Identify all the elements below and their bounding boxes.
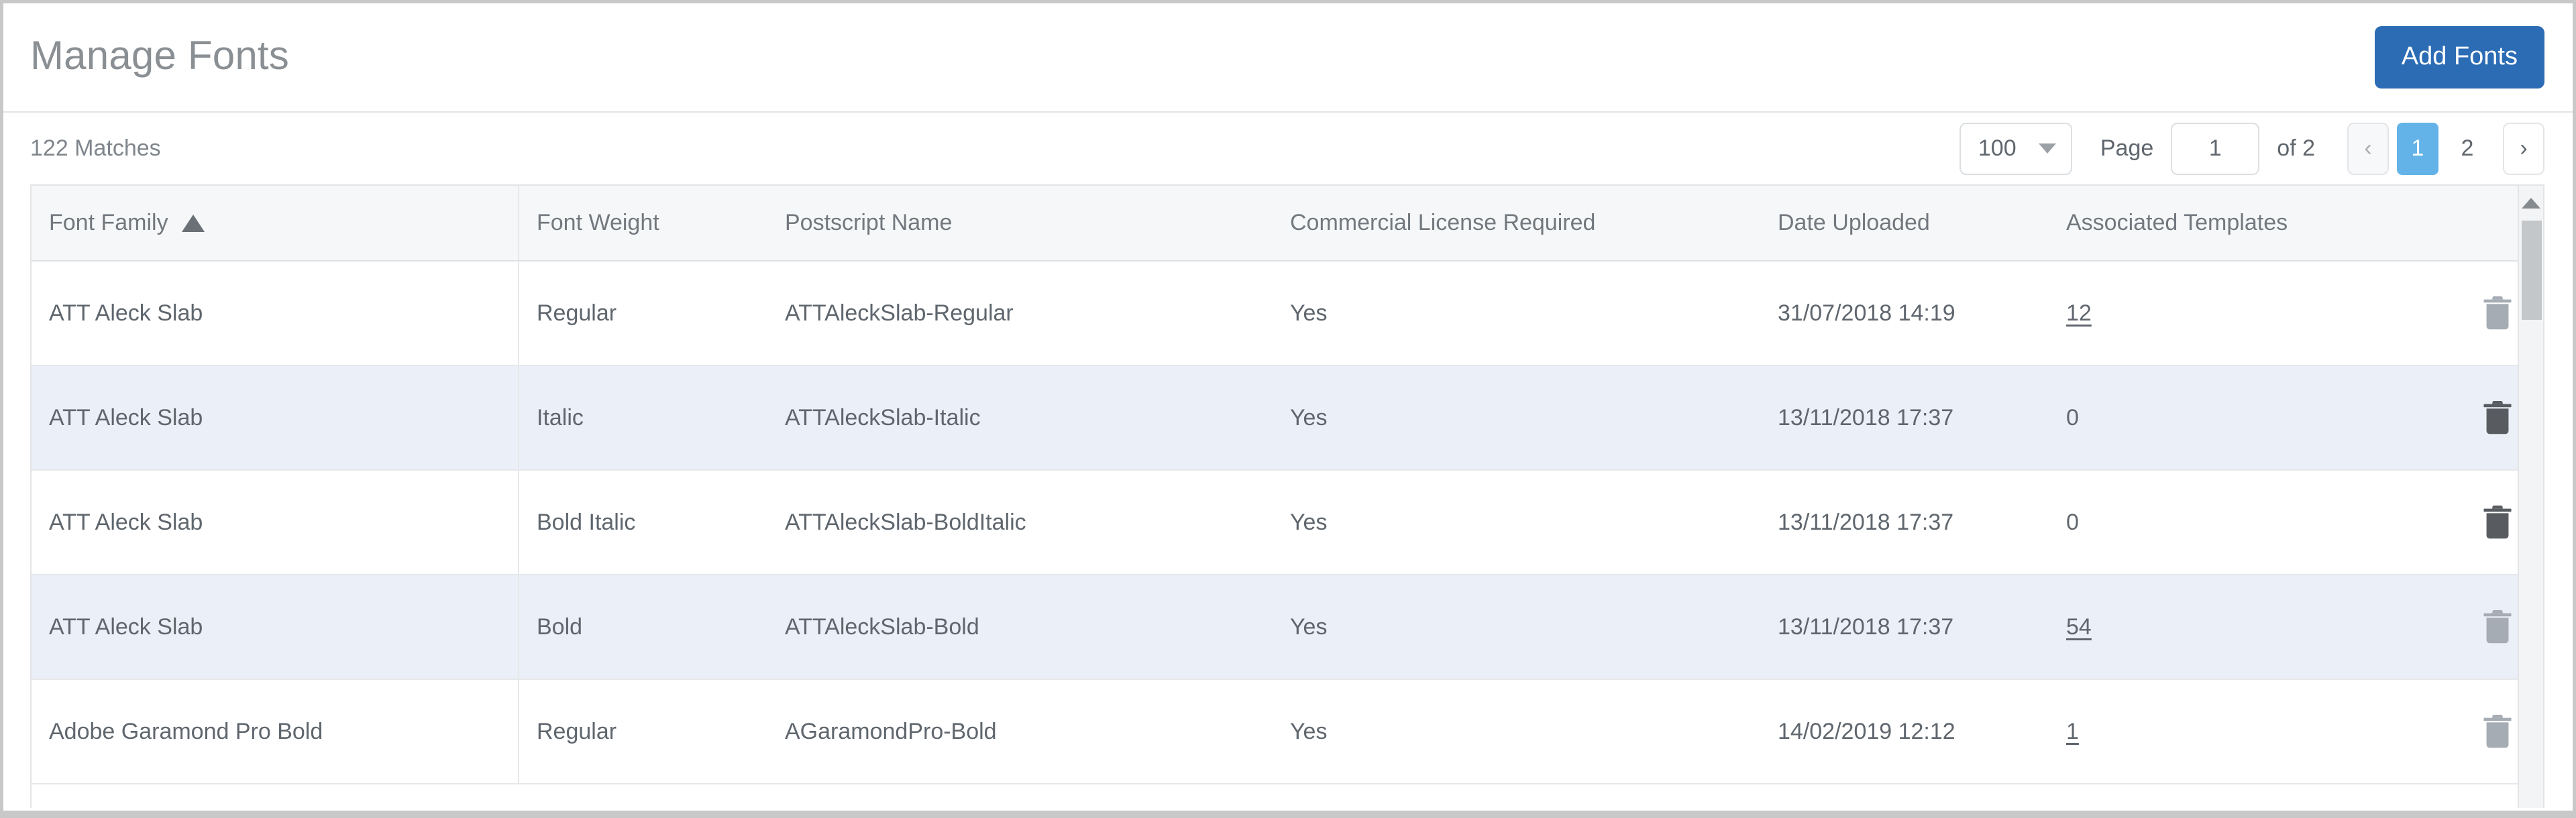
associated-templates-link[interactable]: 12: [2066, 300, 2092, 327]
manage-fonts-page: Manage Fonts Add Fonts 122 Matches 100 P…: [0, 0, 2576, 818]
column-header-postscript-name[interactable]: Postscript Name: [767, 186, 1273, 260]
sort-ascending-icon: [181, 214, 205, 232]
cell-font-family: ATT Aleck Slab: [32, 261, 519, 365]
add-fonts-button[interactable]: Add Fonts: [2374, 26, 2544, 89]
table-row[interactable]: ATT Aleck Slab Regular ATTAleckSlab-Regula…: [32, 261, 2543, 366]
page-total-label: of 2: [2277, 135, 2315, 161]
cell-commercial-license: Yes: [1290, 300, 1328, 326]
cell-associated-templates: 0: [2049, 471, 2451, 574]
cell-date-uploaded: 13/11/2018 17:37: [1778, 404, 1954, 430]
page-label: Page: [2100, 135, 2154, 161]
column-header-font-weight[interactable]: Font Weight: [519, 186, 767, 260]
cell-font-family: Adobe Garamond Pro Bold: [32, 680, 519, 783]
page-title: Manage Fonts: [30, 32, 289, 78]
cell-postscript-name: ATTAleckSlab-BoldItalic: [785, 509, 1026, 535]
column-header-font-family-label: Font Family: [49, 210, 168, 235]
page-button-1[interactable]: 1: [2397, 122, 2438, 175]
cell-postscript-name: AGaramondPro-Bold: [785, 718, 997, 744]
page-header: Manage Fonts Add Fonts: [3, 3, 2573, 113]
cell-date-uploaded: 14/02/2019 12:12: [1778, 718, 1955, 744]
table-row[interactable]: ATT Aleck Slab Bold Italic ATTAleckSlab-Bo…: [32, 471, 2543, 575]
associated-templates-value: 0: [2066, 509, 2079, 535]
page-number-input[interactable]: [2171, 122, 2260, 175]
table-header-row: Font Family Font Weight Postscript Name …: [32, 186, 2543, 261]
delete-row-button[interactable]: [2483, 401, 2512, 434]
cell-date-uploaded: 31/07/2018 14:19: [1778, 300, 1955, 326]
chevron-down-icon: [2038, 143, 2056, 154]
associated-templates-link[interactable]: 54: [2066, 614, 2092, 640]
fonts-table: Font Family Font Weight Postscript Name …: [30, 184, 2544, 808]
page-size-select[interactable]: 100: [1959, 122, 2072, 175]
column-header-date-uploaded[interactable]: Date Uploaded: [1760, 186, 2049, 260]
delete-row-button-disabled: [2483, 610, 2512, 644]
cell-commercial-license: Yes: [1290, 718, 1328, 744]
column-header-font-family[interactable]: Font Family: [32, 186, 519, 260]
table-row[interactable]: ATT Aleck Slab Bold ATTAleckSlab-Bold Yes 13…: [32, 575, 2543, 680]
results-toolbar: 122 Matches 100 Page of 2 ‹ 1 2 ›: [3, 113, 2573, 184]
cell-commercial-license: Yes: [1290, 509, 1328, 535]
cell-font-weight: Italic: [537, 404, 584, 430]
table-body: ATT Aleck Slab Regular ATTAleckSlab-Regula…: [32, 261, 2543, 784]
delete-row-button-disabled: [2483, 296, 2512, 330]
cell-font-weight: Bold Italic: [537, 509, 636, 535]
cell-date-uploaded: 13/11/2018 17:37: [1778, 509, 1954, 535]
next-page-button[interactable]: ›: [2503, 122, 2544, 175]
scroll-up-icon[interactable]: [2522, 198, 2540, 209]
page-button-2[interactable]: 2: [2447, 123, 2488, 175]
previous-page-button[interactable]: ‹: [2347, 122, 2389, 175]
cell-commercial-license: Yes: [1290, 404, 1328, 430]
associated-templates-value: 0: [2066, 404, 2079, 430]
cell-font-family: ATT Aleck Slab: [32, 471, 519, 574]
page-size-value: 100: [1978, 135, 2017, 161]
delete-row-button[interactable]: [2483, 506, 2512, 539]
cell-associated-templates: 12: [2049, 261, 2451, 365]
cell-postscript-name: ATTAleckSlab-Regular: [785, 300, 1014, 326]
column-header-commercial-license[interactable]: Commercial License Required: [1273, 186, 1760, 260]
cell-commercial-license: Yes: [1290, 614, 1328, 640]
scrollbar-thumb[interactable]: [2522, 221, 2542, 320]
table-vertical-scrollbar[interactable]: [2518, 186, 2543, 808]
pagination-controls: 100 Page of 2 ‹ 1 2 ›: [1959, 122, 2544, 175]
match-count-label: 122 Matches: [30, 135, 161, 161]
cell-postscript-name: ATTAleckSlab-Italic: [785, 404, 981, 430]
cell-associated-templates: 54: [2049, 575, 2451, 679]
cell-associated-templates: 0: [2049, 366, 2451, 469]
table-row[interactable]: ATT Aleck Slab Italic ATTAleckSlab-Italic Y…: [32, 366, 2543, 471]
cell-font-weight: Bold: [537, 614, 583, 640]
cell-postscript-name: ATTAleckSlab-Bold: [785, 614, 979, 640]
cell-associated-templates: 1: [2049, 680, 2451, 783]
cell-font-family: ATT Aleck Slab: [32, 575, 519, 679]
delete-row-button-disabled: [2483, 715, 2512, 748]
fonts-grid: Font Family Font Weight Postscript Name …: [32, 186, 2543, 784]
table-row[interactable]: Adobe Garamond Pro Bold Regular AGaramondP…: [32, 680, 2543, 784]
associated-templates-link[interactable]: 1: [2066, 719, 2079, 745]
cell-font-weight: Regular: [537, 718, 617, 744]
cell-font-weight: Regular: [537, 300, 617, 326]
cell-date-uploaded: 13/11/2018 17:37: [1778, 614, 1954, 640]
cell-font-family: ATT Aleck Slab: [32, 366, 519, 469]
column-header-associated-templates[interactable]: Associated Templates: [2049, 186, 2451, 260]
